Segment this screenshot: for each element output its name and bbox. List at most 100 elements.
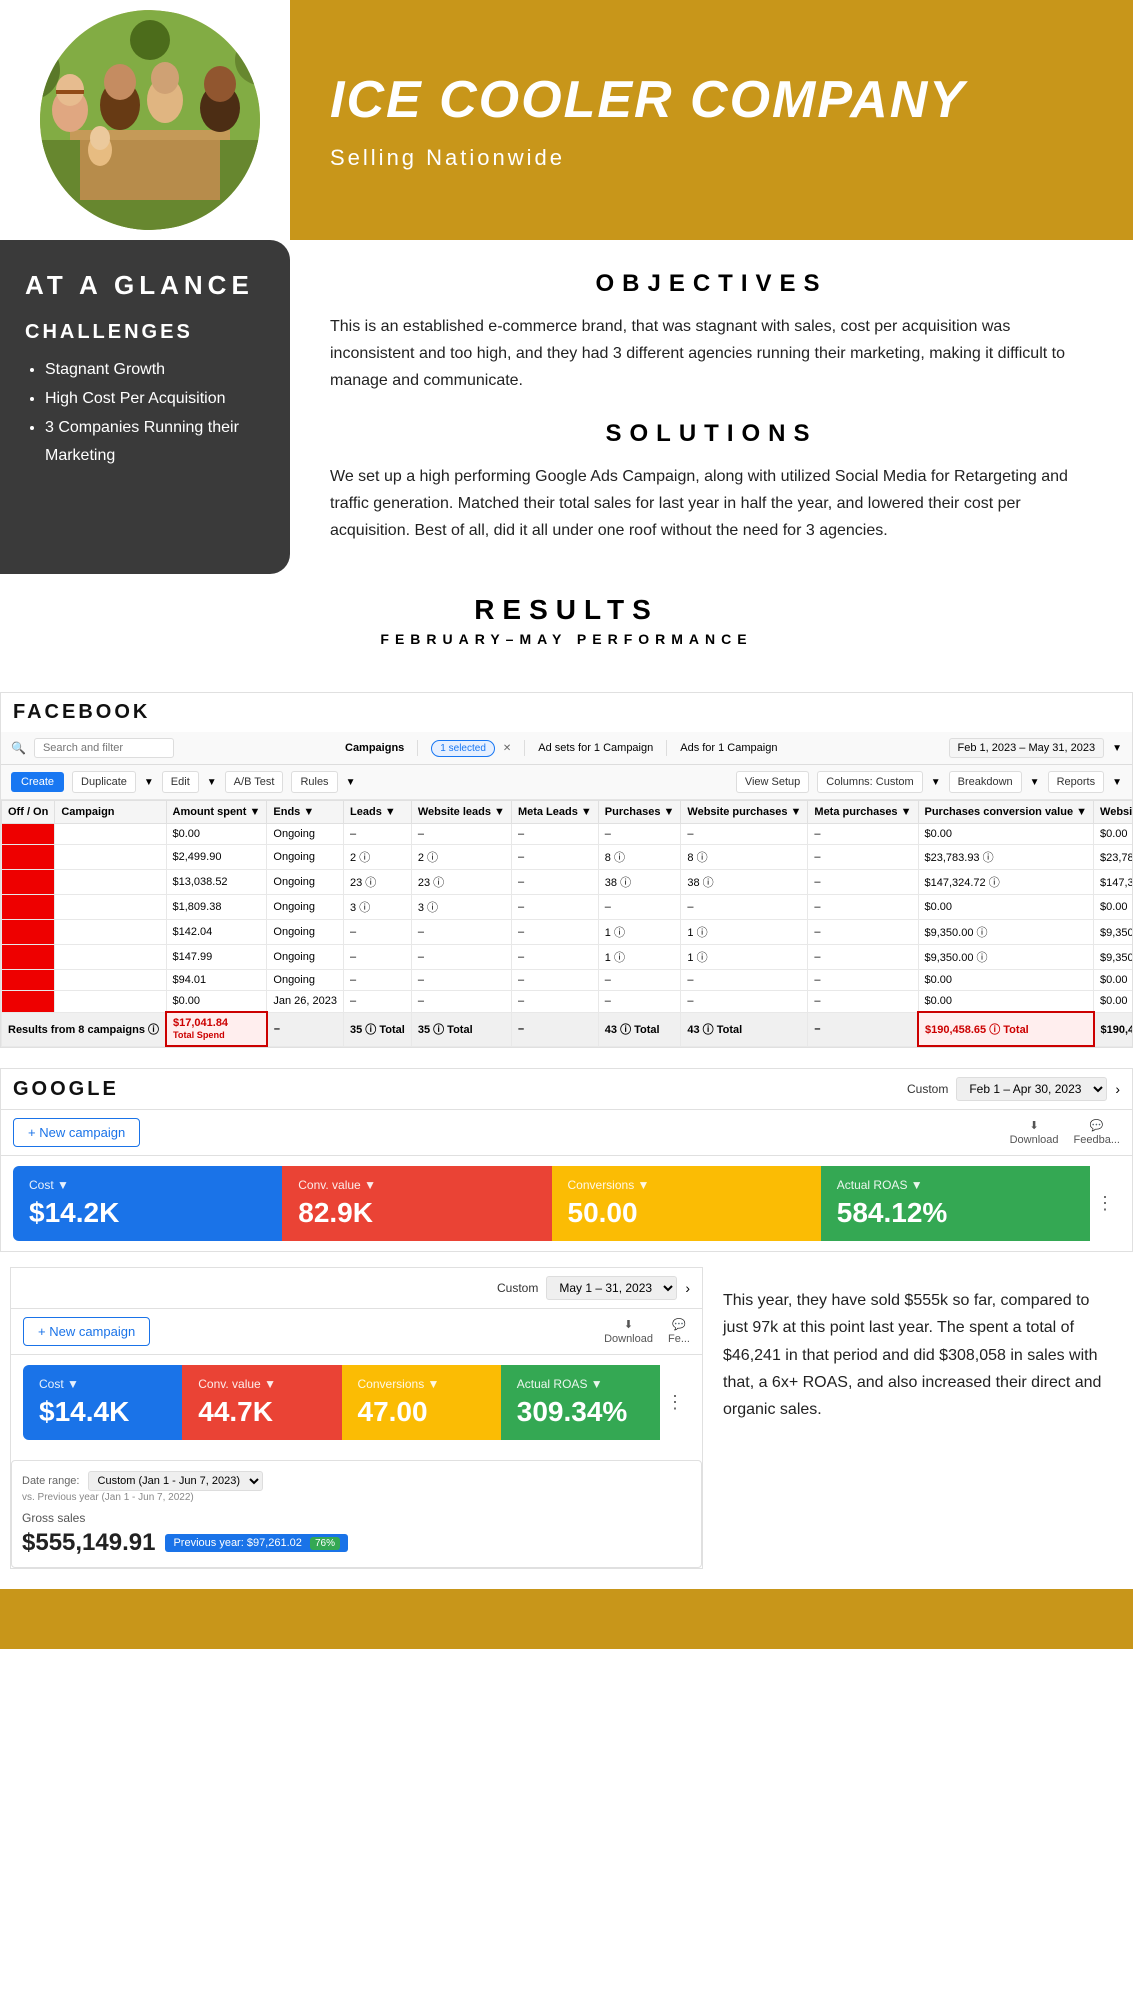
results-heading: RESULTS bbox=[40, 594, 1093, 626]
metric-more-icon-2[interactable]: ⋮ bbox=[660, 1365, 690, 1440]
metric-value-roas-2: 309.34% bbox=[517, 1396, 644, 1428]
company-name: ICE COOLER COMPANY bbox=[330, 70, 1093, 130]
fb-row-2: $2,499.90 Ongoing 2 ⓘ 2 ⓘ – 8 ⓘ 8 ⓘ – $2… bbox=[2, 845, 1133, 870]
cell-purch-8: – bbox=[598, 991, 681, 1013]
cell-ends-1: Ongoing bbox=[267, 824, 344, 845]
th-conv-value: Purchases conversion value ▼ bbox=[918, 801, 1094, 824]
objectives-heading: OBJECTIVES bbox=[330, 270, 1093, 298]
fb-dropdown-icon[interactable]: ▼ bbox=[144, 777, 154, 788]
new-campaign-btn-2[interactable]: + New campaign bbox=[23, 1317, 150, 1346]
facebook-label: FACEBOOK bbox=[1, 693, 1132, 732]
results-section: RESULTS FEBRUARY–MAY PERFORMANCE bbox=[0, 574, 1133, 682]
cell-wleads-6: – bbox=[411, 945, 511, 970]
google2-nav-arrow[interactable]: › bbox=[685, 1280, 690, 1296]
fb-row-3: $13,038.52 Ongoing 23 ⓘ 23 ⓘ – 38 ⓘ 38 ⓘ… bbox=[2, 870, 1133, 895]
hero-image bbox=[10, 10, 280, 230]
cell-campaign-7 bbox=[55, 970, 166, 991]
cell-cv-6: $9,350.00 ⓘ bbox=[918, 945, 1094, 970]
fb-campaigns-label: Campaigns bbox=[345, 742, 404, 754]
download-btn-2[interactable]: ⬇ Download bbox=[604, 1318, 653, 1345]
cell-wcv-3: $147,324.72 ⓘ bbox=[1094, 870, 1132, 895]
th-website-purchases: Website purchases ▼ bbox=[681, 801, 808, 824]
th-meta-leads: Meta Leads ▼ bbox=[511, 801, 598, 824]
fb-edit-btn[interactable]: Edit bbox=[162, 771, 199, 793]
google1-nav-arrow[interactable]: › bbox=[1115, 1081, 1120, 1097]
cell-toggle-4[interactable] bbox=[2, 895, 55, 920]
fb-rules-btn[interactable]: Rules bbox=[291, 771, 337, 793]
google1-date-select[interactable]: Feb 1 – Apr 30, 2023 bbox=[956, 1077, 1107, 1101]
cell-leads-5: – bbox=[344, 920, 412, 945]
cell-purch-3: 38 ⓘ bbox=[598, 870, 681, 895]
fb-breakdown-btn[interactable]: Breakdown bbox=[949, 771, 1022, 793]
glance-section: AT A GLANCE CHALLENGES Stagnant Growth H… bbox=[0, 240, 1133, 574]
footer-purch: 43 ⓘ Total bbox=[598, 1012, 681, 1046]
cell-campaign-2 bbox=[55, 845, 166, 870]
cell-toggle-1[interactable] bbox=[2, 824, 55, 845]
cell-wpurch-4: – bbox=[681, 895, 808, 920]
cell-wpurch-6: 1 ⓘ bbox=[681, 945, 808, 970]
fb-search-input[interactable] bbox=[34, 738, 174, 758]
cell-mpurch-3: – bbox=[808, 870, 918, 895]
metric-more-icon-1[interactable]: ⋮ bbox=[1090, 1166, 1120, 1241]
cell-toggle-3[interactable] bbox=[2, 870, 55, 895]
challenges-list: Stagnant Growth High Cost Per Acquisitio… bbox=[25, 356, 265, 471]
fb-view-setup-btn[interactable]: View Setup bbox=[736, 771, 809, 793]
fb-footer-row: Results from 8 campaigns ⓘ $17,041.84 To… bbox=[2, 1012, 1133, 1046]
metric-label-roas-1: Actual ROAS ▼ bbox=[837, 1178, 1074, 1192]
fb-row-8: $0.00 Jan 26, 2023 – – – – – – $0.00 $0.… bbox=[2, 991, 1133, 1013]
cell-toggle-2[interactable] bbox=[2, 845, 55, 870]
metric-card-convvalue-2: Conv. value ▼ 44.7K bbox=[182, 1365, 341, 1440]
google-label-1: GOOGLE bbox=[13, 1078, 119, 1101]
cell-leads-4: 3 ⓘ bbox=[344, 895, 412, 920]
challenge-item-2: High Cost Per Acquisition bbox=[45, 385, 265, 414]
metric-label-cost-1: Cost ▼ bbox=[29, 1178, 266, 1192]
download-btn-1[interactable]: ⬇ Download bbox=[1010, 1119, 1059, 1146]
feedback-btn-1[interactable]: 💬 Feedba... bbox=[1074, 1119, 1120, 1146]
cell-toggle-6[interactable] bbox=[2, 945, 55, 970]
cell-ends-5: Ongoing bbox=[267, 920, 344, 945]
cell-toggle-8[interactable] bbox=[2, 991, 55, 1013]
cell-wleads-2: 2 ⓘ bbox=[411, 845, 511, 870]
fb-date-dropdown-icon[interactable]: ▼ bbox=[1112, 743, 1122, 754]
fb-duplicate-btn[interactable]: Duplicate bbox=[72, 771, 136, 793]
search-icon: 🔍 bbox=[11, 741, 26, 755]
feedback-btn-2[interactable]: 💬 Fe... bbox=[668, 1318, 690, 1345]
fb-columns-btn[interactable]: Columns: Custom bbox=[817, 771, 922, 793]
google1-date-preset: Custom bbox=[907, 1082, 948, 1096]
cell-purch-1: – bbox=[598, 824, 681, 845]
metric-value-convvalue-1: 82.9K bbox=[298, 1197, 535, 1229]
fb-reports-btn[interactable]: Reports bbox=[1048, 771, 1105, 793]
cell-mpurch-5: – bbox=[808, 920, 918, 945]
cell-wpurch-2: 8 ⓘ bbox=[681, 845, 808, 870]
fb-toolbar-actions: Create Duplicate ▼ Edit ▼ A/B Test Rules… bbox=[1, 765, 1132, 800]
fb-row-7: $94.01 Ongoing – – – – – – $0.00 $0.00 $… bbox=[2, 970, 1133, 991]
new-campaign-btn-1[interactable]: + New campaign bbox=[13, 1118, 140, 1147]
cell-ends-4: Ongoing bbox=[267, 895, 344, 920]
cell-ends-6: Ongoing bbox=[267, 945, 344, 970]
gross-sales-label: Gross sales bbox=[22, 1511, 691, 1525]
fb-row-4: $1,809.38 Ongoing 3 ⓘ 3 ⓘ – – – – $0.00 … bbox=[2, 895, 1133, 920]
google2-date-select[interactable]: May 1 – 31, 2023 bbox=[546, 1276, 677, 1300]
fb-create-btn[interactable]: Create bbox=[11, 772, 64, 792]
company-subtitle: Selling Nationwide bbox=[330, 145, 1093, 171]
metric-value-conversions-2: 47.00 bbox=[358, 1396, 485, 1428]
feedback-icon-2: 💬 bbox=[672, 1318, 686, 1331]
cell-ends-7: Ongoing bbox=[267, 970, 344, 991]
cell-wleads-4: 3 ⓘ bbox=[411, 895, 511, 920]
cell-toggle-5[interactable] bbox=[2, 920, 55, 945]
objectives-body: This is an established e-commerce brand,… bbox=[330, 313, 1093, 395]
cell-leads-7: – bbox=[344, 970, 412, 991]
cell-mpurch-2: – bbox=[808, 845, 918, 870]
th-meta-purchases: Meta purchases ▼ bbox=[808, 801, 918, 824]
fb-rules-arrow: ▼ bbox=[346, 777, 356, 788]
cell-mpurch-1: – bbox=[808, 824, 918, 845]
cell-toggle-7[interactable] bbox=[2, 970, 55, 991]
footer-wcv: $190,458.65 ⓘ Total bbox=[1094, 1012, 1132, 1046]
cell-mleads-3: – bbox=[511, 870, 598, 895]
google-section-2: Custom May 1 – 31, 2023 › + New campaign… bbox=[10, 1267, 703, 1569]
fb-ab-btn[interactable]: A/B Test bbox=[225, 771, 284, 793]
content-right: OBJECTIVES This is an established e-comm… bbox=[290, 240, 1133, 574]
sales-date-select[interactable]: Custom (Jan 1 - Jun 7, 2023) bbox=[88, 1471, 263, 1491]
gross-sales-value: $555,149.91 bbox=[22, 1529, 155, 1557]
cell-campaign-4 bbox=[55, 895, 166, 920]
